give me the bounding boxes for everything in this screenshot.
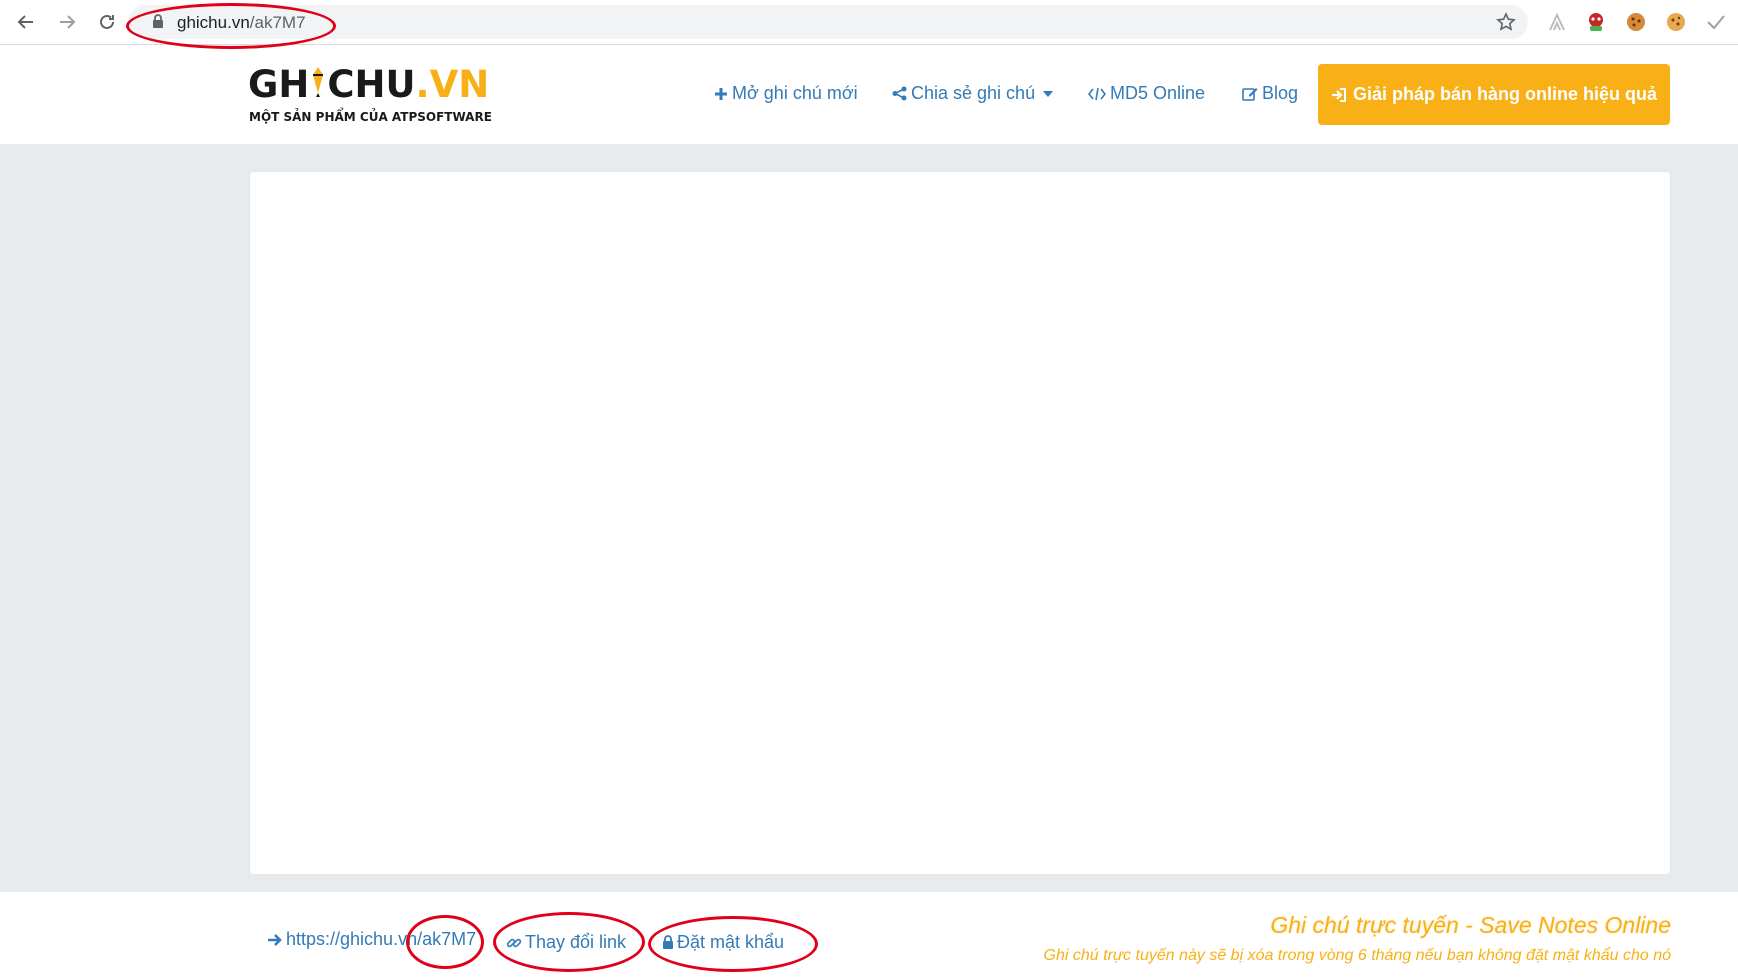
nav-new-note[interactable]: Mở ghi chú mới [714, 83, 858, 104]
change-link-button[interactable]: Thay đổi link [506, 932, 626, 953]
cta-label: Giải pháp bán hàng online hiệu quả [1352, 84, 1657, 104]
note-content[interactable] [250, 172, 1670, 874]
nav-share-note-label: Chia sẻ ghi chú [911, 83, 1036, 103]
footer-subtitle: Ghi chú trực tuyến này sẽ bị xóa trong v… [1043, 947, 1671, 964]
change-link-label: Thay đổi link [525, 932, 627, 952]
cookie-extension-icon [1667, 13, 1685, 31]
reload-button[interactable] [93, 8, 121, 36]
nav-md5[interactable]: MD5 Online [1088, 83, 1205, 104]
reload-icon [100, 14, 114, 29]
forward-button[interactable] [53, 8, 81, 36]
check-extension-icon [1707, 15, 1725, 30]
caret-down-icon [1043, 90, 1054, 97]
pencil-logo-icon [313, 67, 324, 97]
forward-arrow-icon [60, 15, 76, 29]
note-link[interactable]: https://ghichu.vn/ak7M7 [267, 929, 476, 950]
link-icon [506, 938, 522, 947]
set-password-button[interactable]: Đặt mật khẩu [662, 932, 784, 953]
nav-md5-label: MD5 Online [1110, 83, 1206, 103]
address-url: ghichu.vn/ak7M7 [177, 13, 306, 33]
logo-main-2: CHU [327, 63, 416, 106]
star-icon[interactable] [1496, 12, 1516, 32]
share-icon [892, 86, 907, 101]
logo-wordmark: GH CHU.VN [248, 63, 489, 106]
extension-icon-1[interactable] [1545, 10, 1569, 34]
padlock-icon [663, 935, 673, 949]
url-host: ghichu.vn [177, 13, 250, 32]
set-password-label: Đặt mật khẩu [677, 932, 785, 952]
nav-blog-label: Blog [1262, 83, 1299, 103]
logo-tagline: MỘT SẢN PHẨM CỦA ATPSOFTWARE [249, 110, 492, 124]
sales-solution-button[interactable]: Giải pháp bán hàng online hiệu quả [1318, 64, 1670, 125]
note-link-base: https://ghichu.vn/ [286, 929, 423, 949]
back-button[interactable] [12, 8, 40, 36]
site-logo[interactable]: GH CHU.VN MỘT SẢN PHẨM CỦA ATPSOFTWARE [248, 63, 492, 133]
url-path: /ak7M7 [249, 13, 306, 32]
cookie-extension-icon [1627, 13, 1645, 31]
mask-extension-icon [1589, 13, 1603, 31]
extension-icon-5[interactable] [1704, 10, 1728, 34]
footer-title: Ghi chú trực tuyến - Save Notes Online [1270, 912, 1671, 938]
extension-icon-4[interactable] [1664, 10, 1688, 34]
site-header: GH CHU.VN MỘT SẢN PHẨM CỦA ATPSOFTWARE Mở… [0, 45, 1738, 144]
browser-toolbar: ghichu.vn/ak7M7 [0, 0, 1738, 45]
arrow-right-icon [268, 933, 282, 946]
triangle-extension-icon [1549, 13, 1565, 31]
note-editor[interactable] [249, 171, 1671, 875]
logo-tld: .VN [415, 63, 490, 106]
note-link-code: ak7M7 [422, 929, 477, 949]
nav-share-note[interactable]: Chia sẻ ghi chú [892, 83, 1054, 104]
plus-icon [715, 87, 727, 100]
extension-icon-2[interactable] [1584, 10, 1608, 34]
back-arrow-icon [17, 15, 33, 29]
lock-icon [153, 14, 163, 28]
note-footer: https://ghichu.vn/ak7M7 Thay đổi link Đặ… [0, 892, 1738, 977]
nav-blog[interactable]: Blog [1242, 83, 1298, 104]
extension-icon-3[interactable] [1624, 10, 1648, 34]
nav-new-note-label: Mở ghi chú mới [732, 83, 858, 103]
sign-in-icon [1331, 87, 1346, 102]
edit-icon [1242, 87, 1258, 101]
logo-main: GH [248, 63, 310, 106]
address-bar[interactable]: ghichu.vn/ak7M7 [128, 5, 1528, 39]
code-icon [1088, 87, 1106, 100]
